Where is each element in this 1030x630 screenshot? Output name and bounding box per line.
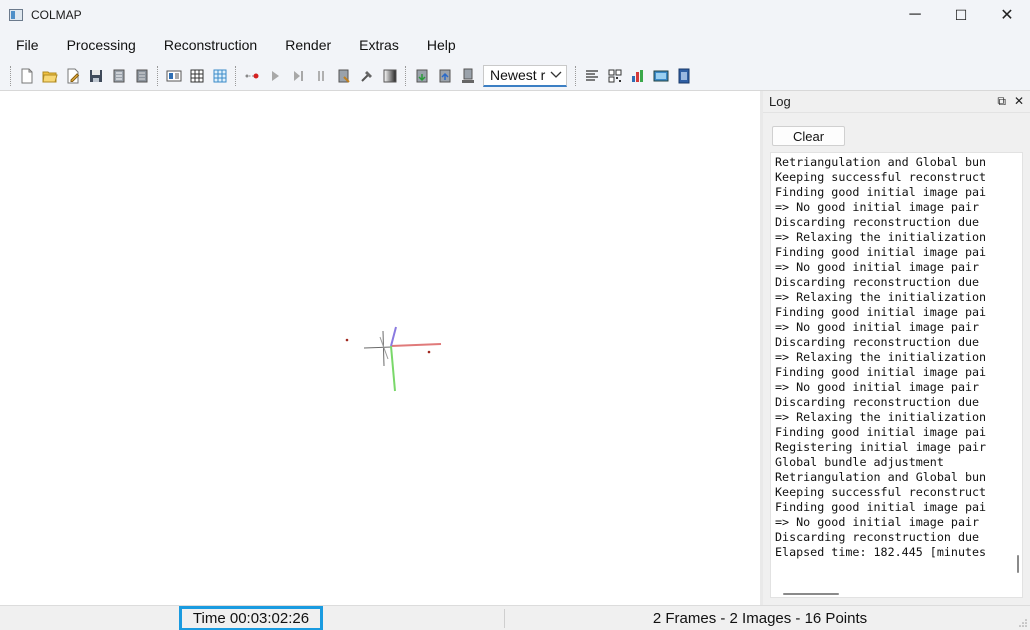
log-title: Log bbox=[769, 94, 791, 109]
edit-project-icon[interactable] bbox=[61, 65, 84, 87]
reconstruction-select[interactable]: Newest r bbox=[483, 64, 567, 87]
export-model-icon[interactable] bbox=[433, 65, 456, 87]
match-matrix-icon[interactable] bbox=[603, 65, 626, 87]
window-controls: ─ ☐ ✕ bbox=[892, 0, 1030, 30]
menu-file[interactable]: File bbox=[0, 30, 53, 61]
toolbar-separator bbox=[157, 65, 158, 86]
reconstruction-stats-icon[interactable] bbox=[626, 65, 649, 87]
log-line: Finding good initial image pai bbox=[775, 365, 987, 379]
status-divider bbox=[504, 609, 505, 628]
status-counts: 2 Frames - 2 Images - 16 Points bbox=[652, 610, 868, 627]
reconstruction-scene bbox=[345, 326, 442, 392]
bundle-adjustment-icon[interactable] bbox=[355, 65, 378, 87]
log-line: => No good initial image pair bbox=[775, 320, 980, 334]
log-line: => Relaxing the initialization bbox=[775, 290, 987, 304]
log-line: Finding good initial image pai bbox=[775, 305, 987, 319]
log-line: Discarding reconstruction due bbox=[775, 395, 980, 409]
menu-bar: File Processing Reconstruction Render Ex… bbox=[0, 30, 1030, 61]
chevron-down-icon bbox=[550, 71, 562, 78]
render-video-icon[interactable] bbox=[672, 65, 695, 87]
toolbar-separator bbox=[575, 65, 576, 86]
menu-help[interactable]: Help bbox=[413, 30, 470, 61]
colmap-app-icon bbox=[9, 9, 23, 21]
open-project-icon[interactable] bbox=[38, 65, 61, 87]
dense-reconstruction-icon[interactable] bbox=[649, 65, 672, 87]
log-line: Global bundle adjustment bbox=[775, 455, 944, 469]
log-line: Discarding reconstruction due bbox=[775, 275, 980, 289]
log-line: Discarding reconstruction due bbox=[775, 335, 980, 349]
menu-render[interactable]: Render bbox=[271, 30, 345, 61]
toolbar-separator bbox=[10, 65, 11, 86]
axis-z bbox=[390, 326, 397, 347]
reset-reconstruction-icon[interactable] bbox=[332, 65, 355, 87]
3d-viewport[interactable] bbox=[0, 91, 760, 605]
new-project-icon[interactable] bbox=[15, 65, 38, 87]
feature-extraction-icon[interactable] bbox=[162, 65, 185, 87]
automatic-reconstruction-icon[interactable] bbox=[240, 65, 263, 87]
log-line: => Relaxing the initialization bbox=[775, 230, 987, 244]
clear-log-button[interactable]: Clear bbox=[772, 126, 845, 146]
export-icon[interactable] bbox=[130, 65, 153, 87]
log-line: Retriangulation and Global bun bbox=[775, 155, 987, 169]
log-line: => No good initial image pair bbox=[775, 200, 980, 214]
vertical-scrollbar[interactable] bbox=[1017, 555, 1019, 573]
float-dock-icon[interactable]: ⧉ bbox=[997, 94, 1006, 109]
log-dock-controls: ⧉ ✕ bbox=[997, 94, 1024, 109]
sparse-point bbox=[345, 338, 349, 342]
log-line: => No good initial image pair bbox=[775, 380, 980, 394]
log-icon[interactable] bbox=[580, 65, 603, 87]
menu-processing[interactable]: Processing bbox=[53, 30, 150, 61]
feature-matching-icon[interactable] bbox=[185, 65, 208, 87]
close-window-button[interactable]: ✕ bbox=[984, 0, 1030, 30]
log-line: Finding good initial image pai bbox=[775, 185, 987, 199]
reconstruction-select-value: Newest r bbox=[490, 67, 546, 83]
toolbar-separator bbox=[405, 65, 406, 86]
status-time: Time 00:03:02:26 bbox=[179, 606, 323, 630]
log-line: Elapsed time: 182.445 [minutes bbox=[775, 545, 987, 559]
log-line: Discarding reconstruction due bbox=[775, 215, 980, 229]
database-management-icon[interactable] bbox=[208, 65, 231, 87]
log-line: => Relaxing the initialization bbox=[775, 350, 987, 364]
log-line: => No good initial image pair bbox=[775, 515, 980, 529]
menu-extras[interactable]: Extras bbox=[345, 30, 413, 61]
export-all-icon[interactable] bbox=[456, 65, 479, 87]
axis-y bbox=[390, 345, 396, 392]
log-dock-header: Log ⧉ ✕ bbox=[763, 91, 1030, 113]
minimize-button[interactable]: ─ bbox=[892, 0, 938, 30]
log-line: => Relaxing the initialization bbox=[775, 410, 987, 424]
horizontal-scrollbar[interactable] bbox=[783, 593, 839, 595]
import-icon[interactable] bbox=[107, 65, 130, 87]
pause-reconstruction-icon[interactable] bbox=[309, 65, 332, 87]
camera-frustum bbox=[363, 330, 393, 367]
log-dock: Log ⧉ ✕ Clear Retriangulation and Global… bbox=[763, 91, 1030, 605]
render-options-icon[interactable] bbox=[378, 65, 401, 87]
title-bar: COLMAP ─ ☐ ✕ bbox=[0, 0, 1030, 30]
axis-x bbox=[390, 343, 442, 347]
log-text-area[interactable]: Retriangulation and Global bun Keeping su… bbox=[770, 152, 1023, 598]
toolbar-separator bbox=[235, 65, 236, 86]
sparse-point bbox=[427, 350, 431, 354]
log-line: Registering initial image pair bbox=[775, 440, 987, 454]
colmap-window: COLMAP ─ ☐ ✕ File Processing Reconstruct… bbox=[0, 0, 1030, 630]
log-line: => No good initial image pair bbox=[775, 260, 980, 274]
import-model-icon[interactable] bbox=[410, 65, 433, 87]
maximize-button[interactable]: ☐ bbox=[938, 0, 984, 30]
close-dock-icon[interactable]: ✕ bbox=[1014, 94, 1024, 109]
window-title: COLMAP bbox=[31, 8, 82, 22]
menu-reconstruction[interactable]: Reconstruction bbox=[150, 30, 271, 61]
log-line: Finding good initial image pai bbox=[775, 425, 987, 439]
log-line: Finding good initial image pai bbox=[775, 500, 987, 514]
log-line: Discarding reconstruction due bbox=[775, 530, 980, 544]
start-reconstruction-icon[interactable] bbox=[263, 65, 286, 87]
log-line: Keeping successful reconstruct bbox=[775, 485, 987, 499]
log-lines: Retriangulation and Global bun Keeping su… bbox=[775, 155, 1013, 560]
save-project-icon[interactable] bbox=[84, 65, 107, 87]
status-bar: Time 00:03:02:26 2 Frames - 2 Images - 1… bbox=[0, 605, 1030, 630]
size-grip-icon[interactable] bbox=[1018, 618, 1028, 628]
log-line: Keeping successful reconstruct bbox=[775, 170, 987, 184]
step-reconstruction-icon[interactable] bbox=[286, 65, 309, 87]
toolbar: Newest r bbox=[0, 61, 1030, 91]
log-line: Finding good initial image pai bbox=[775, 245, 987, 259]
log-line: Retriangulation and Global bun bbox=[775, 470, 987, 484]
